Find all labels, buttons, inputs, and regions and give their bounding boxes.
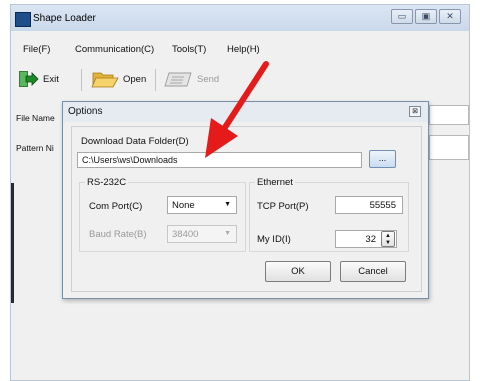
toolbar: Exit Open Send [11,63,469,97]
menu-bar: File(F) Communication(C) Tools(T) Help(H… [11,42,469,58]
title-bar: Shape Loader ▭ ▣ ✕ [11,5,469,31]
cancel-button[interactable]: Cancel [340,261,406,282]
baud-rate-select[interactable]: 38400 ▼ [167,225,237,243]
open-label: Open [123,73,147,85]
pattern-label: Pattern Ni [16,143,54,153]
tcp-port-label: TCP Port(P) [257,201,309,212]
folder-open-icon [91,72,119,88]
baud-rate-value: 38400 [172,228,199,240]
exit-label: Exit [43,73,59,85]
exit-button[interactable]: Exit [17,67,59,91]
close-button[interactable]: ✕ [439,9,461,24]
send-label: Send [197,73,220,85]
my-id-label: My ID(I) [257,234,291,245]
ethernet-title: Ethernet [255,177,295,188]
toolbar-separator [155,69,156,91]
file-name-field[interactable] [429,105,469,125]
rs232c-title: RS-232C [85,177,129,188]
menu-file[interactable]: File(F) [23,44,50,55]
minimize-button[interactable]: ▭ [391,9,413,24]
com-port-label: Com Port(C) [89,201,143,212]
dialog-close-icon[interactable]: ⊠ [409,106,421,117]
left-edge-strip [11,183,14,303]
ok-button[interactable]: OK [265,261,331,282]
menu-tools[interactable]: Tools(T) [172,44,206,55]
menu-communication[interactable]: Communication(C) [75,44,154,55]
pattern-field[interactable] [429,135,469,160]
spinner-down-icon[interactable]: ▼ [382,240,394,247]
chevron-down-icon: ▼ [224,230,231,237]
baud-rate-label: Baud Rate(B) [89,229,147,240]
my-id-value: 32 [365,233,376,245]
open-button[interactable]: Open [91,67,146,91]
download-folder-label: Download Data Folder(D) [81,136,189,147]
dialog-title: Options [68,106,103,117]
app-icon [15,12,31,27]
browse-button[interactable]: ... [369,150,396,168]
com-port-select[interactable]: None ▼ [167,196,237,214]
window-title: Shape Loader [33,13,96,24]
toolbar-separator [81,69,82,91]
file-name-label: File Name [16,113,55,123]
dialog-title-bar: Options ⊠ [63,102,428,122]
spinner-up-icon[interactable]: ▲ [382,233,394,240]
send-icon [164,72,192,87]
tcp-port-input[interactable]: 55555 [335,196,403,214]
menu-help[interactable]: Help(H) [227,44,260,55]
chevron-down-icon: ▼ [224,201,231,208]
send-button[interactable]: Send [163,67,219,91]
options-dialog: Options ⊠ Download Data Folder(D) C:\Use… [62,101,429,299]
maximize-button[interactable]: ▣ [415,9,437,24]
spinner-arrows[interactable]: ▲ ▼ [381,231,395,247]
download-folder-input[interactable]: C:\Users\ws\Downloads [77,152,362,168]
com-port-value: None [172,199,195,211]
exit-icon [19,71,39,87]
